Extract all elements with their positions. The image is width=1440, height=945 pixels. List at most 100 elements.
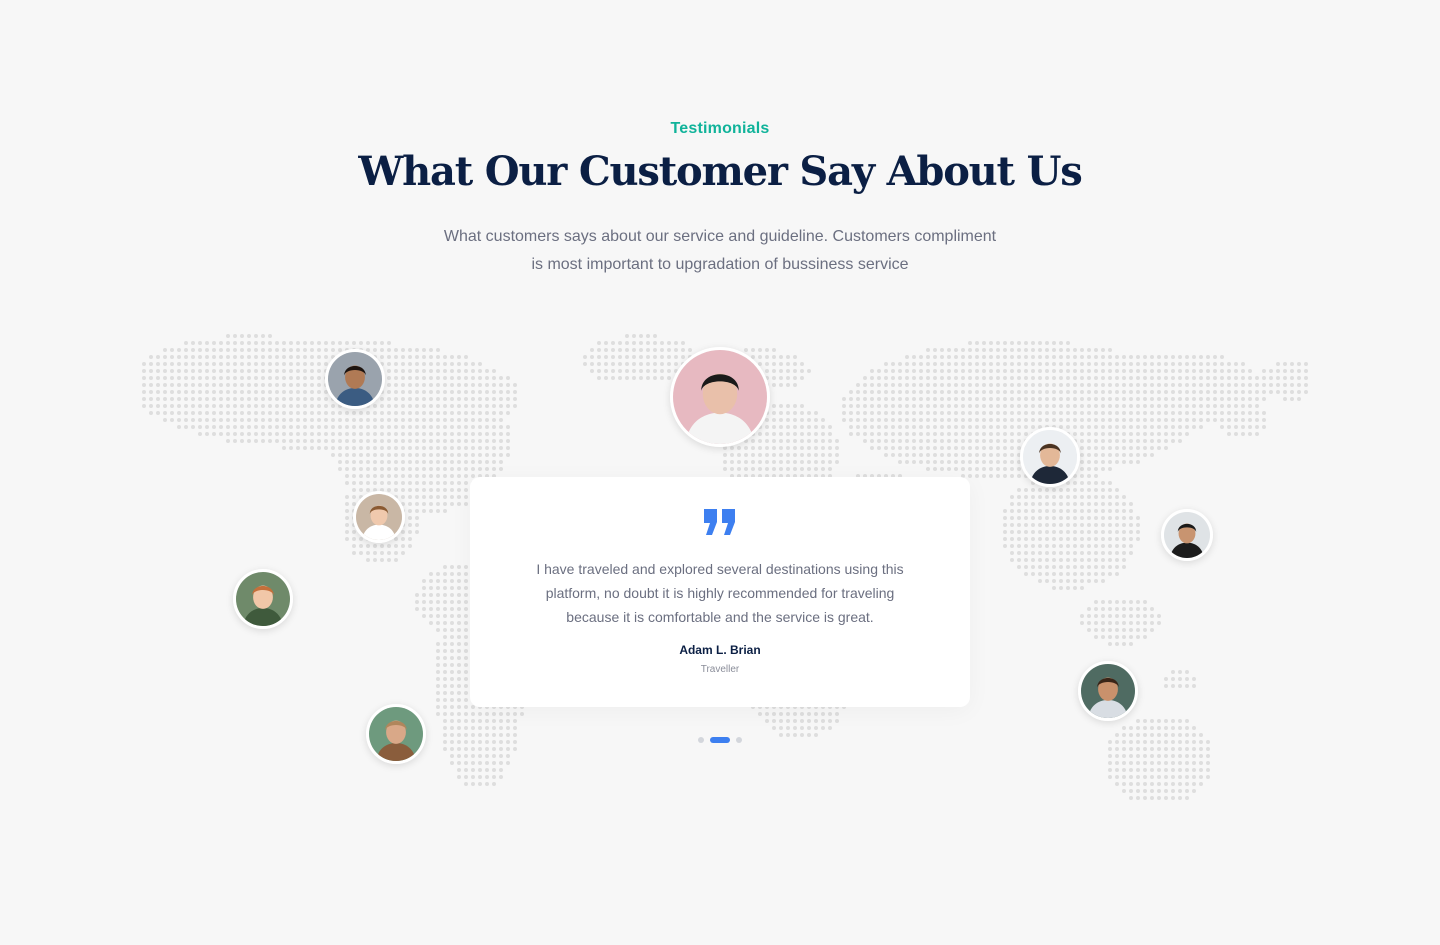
map-dot xyxy=(415,355,419,359)
testimonial-role: Traveller xyxy=(700,664,740,675)
map-dot xyxy=(492,425,496,429)
map-dot xyxy=(1094,467,1098,471)
map-dot xyxy=(1115,642,1119,646)
map-dot xyxy=(1143,796,1147,800)
avatar-man-beard[interactable] xyxy=(325,349,385,409)
map-dot xyxy=(303,397,307,401)
map-dot xyxy=(282,376,286,380)
section-title: What Our Customer Say About Us xyxy=(358,148,1082,195)
map-dot xyxy=(814,719,818,723)
map-dot xyxy=(233,397,237,401)
map-dot xyxy=(1031,418,1035,422)
map-dot xyxy=(443,635,447,639)
map-dot xyxy=(667,362,671,366)
avatar-woman-headscarf[interactable] xyxy=(366,704,426,764)
map-dot xyxy=(1059,397,1063,401)
map-dot xyxy=(163,362,167,366)
map-dot xyxy=(464,670,468,674)
carousel-dot[interactable] xyxy=(698,737,704,743)
map-dot xyxy=(975,355,979,359)
map-dot xyxy=(429,383,433,387)
map-dot xyxy=(450,593,454,597)
map-dot xyxy=(1150,796,1154,800)
map-dot xyxy=(1157,796,1161,800)
avatar-woman-hijab-featured[interactable] xyxy=(670,347,770,447)
map-dot xyxy=(870,369,874,373)
map-dot xyxy=(688,348,692,352)
map-dot xyxy=(450,600,454,604)
map-dot xyxy=(1066,383,1070,387)
map-dot xyxy=(1122,614,1126,618)
map-dot xyxy=(933,348,937,352)
map-dot xyxy=(1031,572,1035,576)
map-dot xyxy=(450,649,454,653)
map-dot xyxy=(779,726,783,730)
map-dot xyxy=(275,362,279,366)
map-dot xyxy=(1045,502,1049,506)
map-dot xyxy=(1157,446,1161,450)
map-dot xyxy=(1024,411,1028,415)
avatar-man-suit[interactable] xyxy=(1020,427,1080,487)
avatar-man-redhair[interactable] xyxy=(233,569,293,629)
map-dot xyxy=(968,376,972,380)
map-dot xyxy=(898,439,902,443)
map-dot xyxy=(933,397,937,401)
map-dot xyxy=(919,376,923,380)
map-dot xyxy=(1213,383,1217,387)
map-dot xyxy=(422,579,426,583)
map-dot xyxy=(1045,523,1049,527)
map-dot xyxy=(184,362,188,366)
map-dot xyxy=(1185,754,1189,758)
map-dot xyxy=(1171,355,1175,359)
map-dot xyxy=(1094,628,1098,632)
map-dot xyxy=(408,502,412,506)
map-dot xyxy=(1024,537,1028,541)
map-dot xyxy=(1024,509,1028,513)
map-dot xyxy=(1010,404,1014,408)
map-dot xyxy=(1101,495,1105,499)
map-dot xyxy=(786,726,790,730)
avatar-woman-smiling[interactable] xyxy=(353,491,405,543)
map-dot xyxy=(506,404,510,408)
map-dot xyxy=(1115,551,1119,555)
map-dot xyxy=(1052,530,1056,534)
map-dot xyxy=(310,404,314,408)
map-dot xyxy=(1108,369,1112,373)
map-dot xyxy=(401,453,405,457)
map-dot xyxy=(975,446,979,450)
carousel-dot-active[interactable] xyxy=(710,737,730,743)
map-dot xyxy=(968,383,972,387)
map-dot xyxy=(1101,509,1105,513)
map-dot xyxy=(884,383,888,387)
map-dot xyxy=(1108,383,1112,387)
map-dot xyxy=(884,432,888,436)
map-dot xyxy=(422,432,426,436)
map-dot xyxy=(1129,642,1133,646)
map-dot xyxy=(793,726,797,730)
map-dot xyxy=(513,397,517,401)
avatar-man-dark-shirt[interactable] xyxy=(1161,509,1213,561)
map-dot xyxy=(205,390,209,394)
map-dot xyxy=(940,397,944,401)
map-dot xyxy=(478,747,482,751)
map-dot xyxy=(1080,418,1084,422)
avatar-woman-curly[interactable] xyxy=(1078,661,1138,721)
map-dot xyxy=(177,418,181,422)
map-dot xyxy=(191,355,195,359)
map-dot xyxy=(1227,432,1231,436)
map-dot xyxy=(1031,425,1035,429)
map-dot xyxy=(1045,530,1049,534)
map-dot xyxy=(996,376,1000,380)
map-dot xyxy=(793,712,797,716)
carousel-dot[interactable] xyxy=(736,737,742,743)
map-dot xyxy=(1108,740,1112,744)
map-dot xyxy=(1087,453,1091,457)
map-dot xyxy=(1122,747,1126,751)
map-dot xyxy=(884,446,888,450)
map-dot xyxy=(450,698,454,702)
map-dot xyxy=(597,362,601,366)
map-dot xyxy=(1178,677,1182,681)
map-dot xyxy=(982,355,986,359)
map-dot xyxy=(457,446,461,450)
map-dot xyxy=(1038,495,1042,499)
